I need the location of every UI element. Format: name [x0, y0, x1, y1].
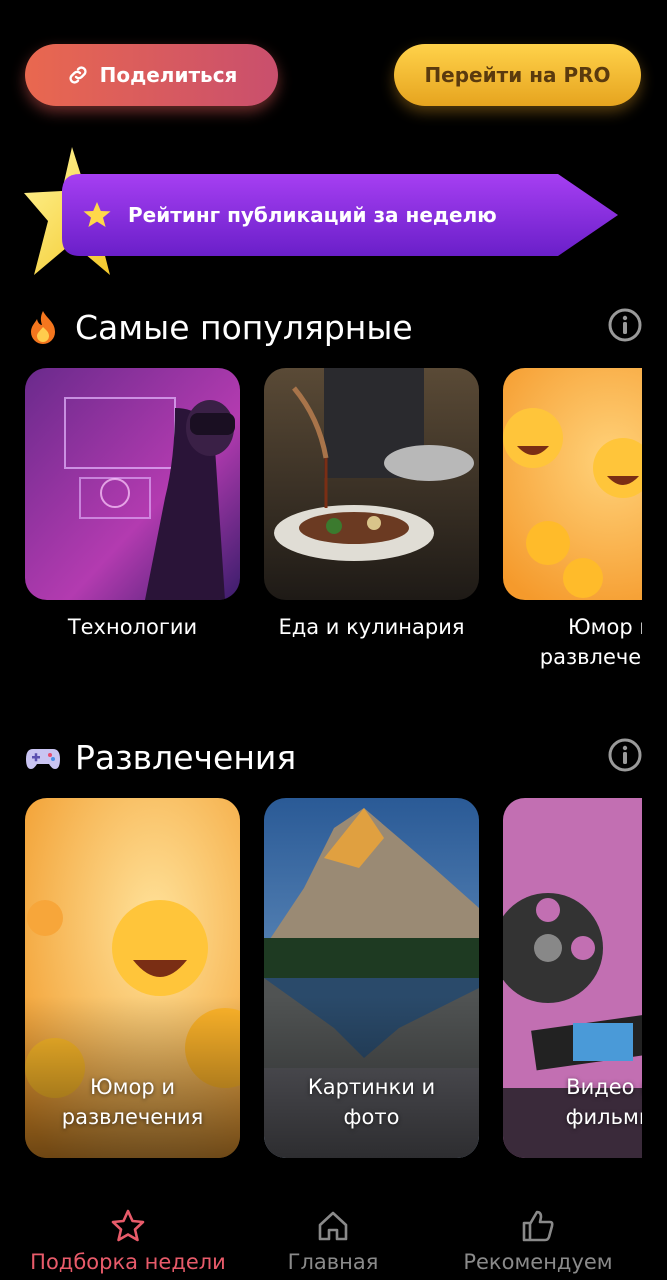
nav-item-label: Рекомендуем [463, 1250, 613, 1274]
card-caption-line2: развлечения [61, 1105, 204, 1129]
category-card-food[interactable] [264, 368, 479, 600]
card-caption-line2: развлечения [539, 645, 642, 669]
share-button[interactable]: Поделиться [25, 44, 278, 106]
home-icon [318, 1211, 348, 1241]
weekly-rating-banner[interactable]: Рейтинг публикаций за неделю [62, 174, 618, 256]
gamepad-icon [26, 749, 60, 769]
go-pro-button[interactable]: Перейти на PRO [394, 44, 641, 106]
section-title: Развлечения [75, 737, 297, 777]
humor-image [503, 368, 642, 600]
card-caption: Видео и фильмы [503, 1072, 642, 1132]
category-card-humor[interactable] [503, 368, 642, 600]
card-caption: Юмор и развлечения [25, 1072, 240, 1132]
card-caption-line1: Картинки и [307, 1075, 436, 1099]
section-title: Самые популярные [75, 307, 413, 347]
card-caption-line1: Юмор и [89, 1075, 175, 1099]
info-icon[interactable] [608, 738, 642, 772]
bottom-navigation: Подборка недели Главная Рекомендуем [0, 1190, 667, 1280]
card-caption: Картинки и фото [264, 1072, 479, 1132]
thumbs-up-icon [522, 1210, 554, 1242]
card-caption: Еда и кулинария [278, 615, 465, 639]
link-icon [69, 66, 87, 84]
star-icon [111, 1209, 145, 1242]
fire-icon [31, 311, 55, 344]
technology-image [25, 368, 240, 600]
section-popular-header: Самые популярные [25, 302, 642, 352]
card-caption-line1: Видео и [566, 1075, 642, 1099]
card-caption-line2: фото [343, 1105, 400, 1129]
food-image [264, 368, 479, 600]
section-entertainment-header: Развлечения [25, 732, 642, 782]
category-card-technology[interactable] [25, 368, 240, 600]
card-caption-line1: Юмор и [567, 615, 642, 639]
go-pro-label: Перейти на PRO [424, 63, 611, 87]
category-card-video[interactable]: Видео и фильмы [503, 798, 642, 1158]
category-card-pictures[interactable]: Картинки и фото [264, 798, 479, 1158]
star-icon [83, 202, 111, 227]
nav-item-recommended[interactable]: Рекомендуем [428, 1190, 648, 1274]
share-button-label: Поделиться [99, 63, 238, 87]
nav-item-home[interactable]: Главная [223, 1190, 443, 1274]
card-caption-line2: фильмы [565, 1105, 642, 1129]
nav-item-label: Подборка недели [30, 1250, 226, 1274]
nav-item-label: Главная [287, 1250, 379, 1274]
nav-item-weekly-picks[interactable]: Подборка недели [18, 1190, 238, 1274]
entertainment-carousel[interactable]: Юмор и развлечения Картинки и фото Видео… [25, 798, 642, 1158]
category-card-humor[interactable]: Юмор и развлечения [25, 798, 240, 1158]
popular-carousel[interactable]: Технологии Еда и кулинария Юмор развлече [25, 368, 642, 678]
info-icon[interactable] [608, 308, 642, 342]
card-caption: Юмор и развлечения [503, 612, 642, 672]
banner-label: Рейтинг публикаций за неделю [128, 203, 497, 227]
card-caption: Технологии [67, 615, 198, 639]
